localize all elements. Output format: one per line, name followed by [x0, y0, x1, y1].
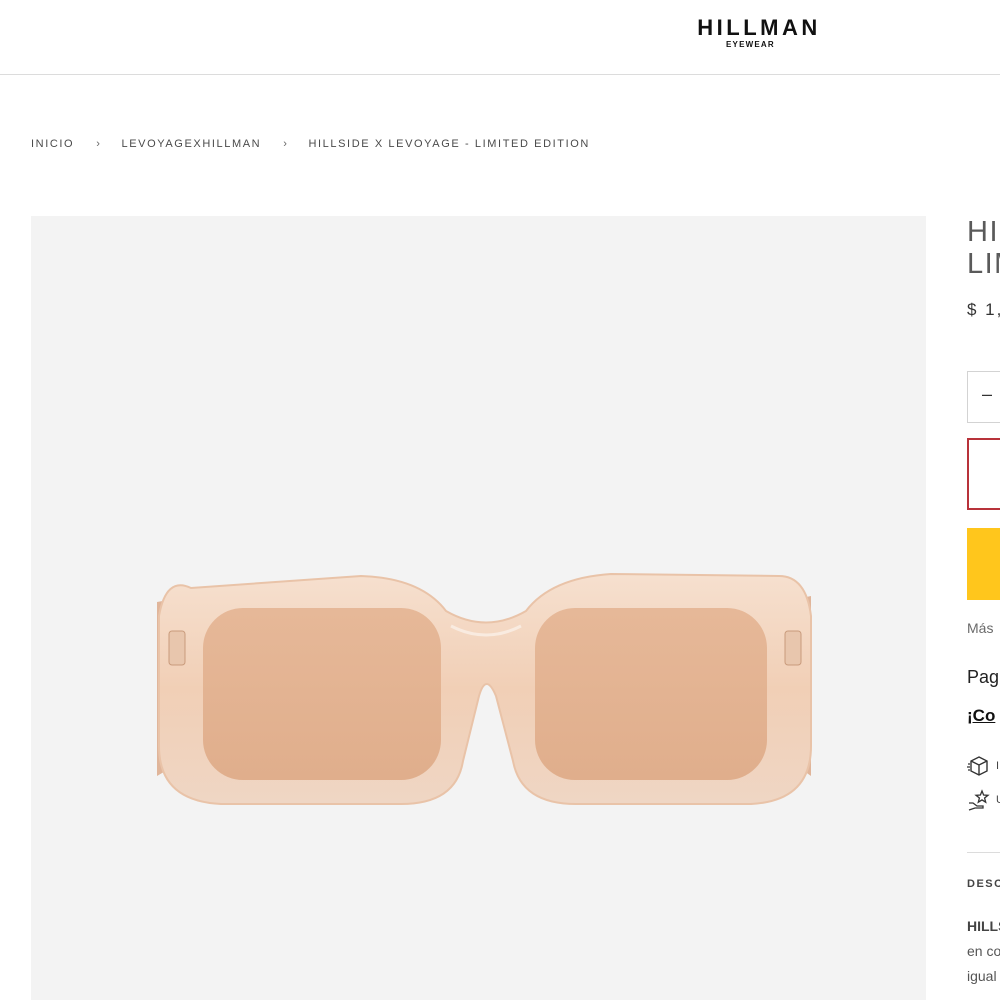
product-price: $ 1, [967, 300, 1000, 319]
product-info-panel: HI LIM $ 1, – Más Pag ¡Co I U DESC HILLS… [967, 0, 1000, 1000]
breadcrumb-separator: › [96, 138, 102, 151]
description-heading[interactable]: DESC [967, 878, 1000, 890]
promo-link[interactable]: ¡Co [967, 706, 995, 726]
sunglasses-product-image [157, 572, 812, 805]
logo-sub-text: EYEWEAR [726, 40, 775, 49]
product-image-gallery[interactable] [31, 216, 926, 1000]
brand-logo[interactable]: HILLMAN EYEWEAR [688, 15, 830, 50]
product-title-line-2: LIM [967, 248, 1000, 280]
breadcrumb: INICIO › LEVOYAGEXHILLMAN › HILLSIDE X LEVOY… [31, 138, 590, 150]
right-lens [535, 608, 767, 780]
star-hand-icon [968, 789, 990, 811]
left-lens [203, 608, 441, 780]
breadcrumb-link-inicio[interactable]: INICIO [31, 138, 74, 150]
description-line-3: igual [967, 968, 997, 984]
logo-main-text: HILLMAN [697, 15, 821, 40]
buy-now-button[interactable] [967, 528, 1000, 600]
section-divider [967, 852, 1000, 853]
breadcrumb-current-product: HILLSIDE X LEVOYAGE - LIMITED EDITION [308, 138, 590, 151]
shipping-feature-text: I [996, 760, 1000, 772]
add-to-cart-button[interactable] [967, 438, 1000, 510]
left-hinge [168, 630, 186, 666]
site-header: HILLMAN EYEWEAR [0, 0, 1000, 75]
more-payment-options-link[interactable]: Más [967, 620, 993, 636]
quality-feature-text: U [996, 794, 1000, 806]
right-hinge [784, 630, 802, 666]
quantity-decrease-button[interactable]: – [982, 384, 992, 405]
product-title-line-1: HI [967, 216, 999, 248]
quantity-stepper[interactable]: – [967, 371, 1000, 423]
package-icon [967, 756, 988, 776]
breadcrumb-link-collection[interactable]: LEVOYAGEXHILLMAN [121, 138, 261, 150]
payment-info-text: Pag [967, 667, 1000, 687]
breadcrumb-separator: › [283, 138, 289, 151]
description-line-1: HILLS [967, 918, 1000, 934]
description-line-2: en co [967, 943, 1000, 959]
